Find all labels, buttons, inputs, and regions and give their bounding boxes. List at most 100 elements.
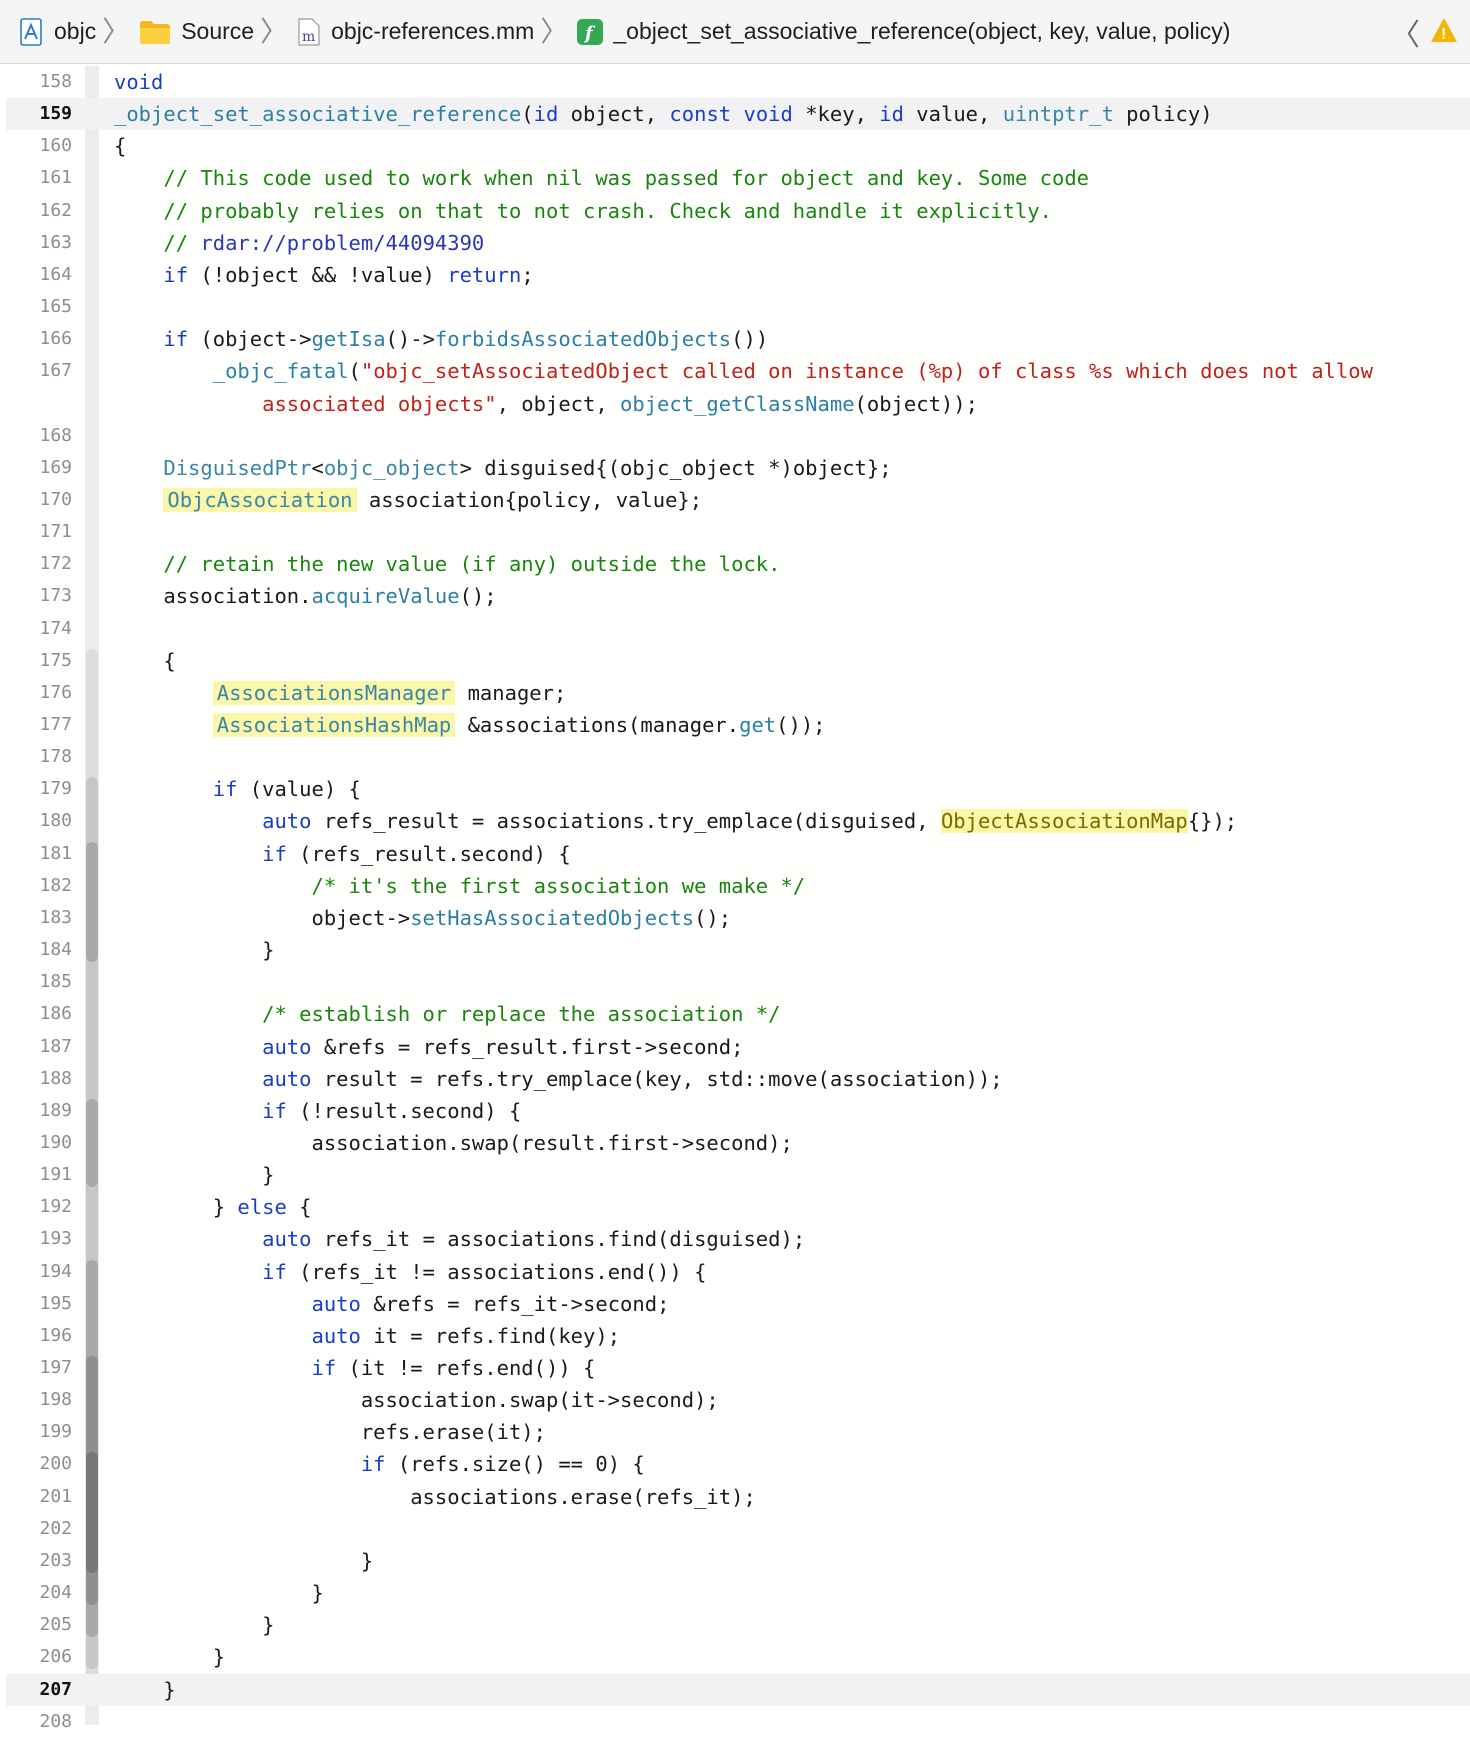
code-text[interactable]: // probably relies on that to not crash.… bbox=[114, 195, 1052, 227]
code-text[interactable]: } bbox=[114, 1641, 225, 1673]
code-line[interactable]: 188 auto result = refs.try_emplace(key, … bbox=[6, 1063, 1470, 1095]
code-text[interactable]: if (refs_it != associations.end()) { bbox=[114, 1256, 706, 1288]
line-number[interactable]: 176 bbox=[6, 677, 72, 709]
code-text[interactable]: ObjcAssociation association{policy, valu… bbox=[114, 484, 702, 516]
code-line[interactable]: 163 // rdar://problem/44094390 bbox=[6, 227, 1470, 259]
code-line[interactable]: 166 if (object->getIsa()->forbidsAssocia… bbox=[6, 323, 1470, 355]
code-line[interactable]: 179 if (value) { bbox=[6, 773, 1470, 805]
line-number[interactable]: 183 bbox=[6, 902, 72, 934]
code-text[interactable]: } bbox=[114, 934, 274, 966]
breadcrumb-item-project[interactable]: objc bbox=[20, 0, 96, 64]
line-number[interactable]: 165 bbox=[6, 291, 72, 323]
code-text[interactable]: associations.erase(refs_it); bbox=[114, 1481, 756, 1513]
code-text[interactable]: refs.erase(it); bbox=[114, 1416, 546, 1448]
code-line[interactable]: 202 bbox=[6, 1513, 1470, 1545]
code-line[interactable]: 168 bbox=[6, 420, 1470, 452]
code-line[interactable]: 183 object->setHasAssociatedObjects(); bbox=[6, 902, 1470, 934]
code-line[interactable]: 206 } bbox=[6, 1641, 1470, 1673]
line-number[interactable]: 191 bbox=[6, 1159, 72, 1191]
line-number[interactable]: 177 bbox=[6, 709, 72, 741]
code-text[interactable]: } bbox=[114, 1577, 323, 1609]
code-text[interactable]: auto refs_result = associations.try_empl… bbox=[114, 805, 1237, 837]
code-line[interactable]: 197 if (it != refs.end()) { bbox=[6, 1352, 1470, 1384]
code-line[interactable]: associated objects", object, object_getC… bbox=[6, 388, 1470, 420]
code-text[interactable]: _object_set_associative_reference(id obj… bbox=[114, 98, 1213, 130]
code-text[interactable]: AssociationsManager manager; bbox=[114, 677, 566, 709]
code-line[interactable]: 169 DisguisedPtr<objc_object> disguised{… bbox=[6, 452, 1470, 484]
line-number[interactable]: 160 bbox=[6, 130, 72, 162]
code-text[interactable]: _objc_fatal("objc_setAssociatedObject ca… bbox=[114, 355, 1373, 387]
line-number[interactable]: 187 bbox=[6, 1031, 72, 1063]
code-line[interactable]: 184 } bbox=[6, 934, 1470, 966]
code-line[interactable]: 174 bbox=[6, 613, 1470, 645]
line-number[interactable]: 204 bbox=[6, 1577, 72, 1609]
code-text[interactable]: } bbox=[114, 1609, 274, 1641]
line-number[interactable]: 166 bbox=[6, 323, 72, 355]
code-line[interactable]: 176 AssociationsManager manager; bbox=[6, 677, 1470, 709]
code-line[interactable]: 195 auto &refs = refs_it->second; bbox=[6, 1288, 1470, 1320]
line-number[interactable]: 208 bbox=[6, 1706, 72, 1738]
code-line[interactable]: 187 auto &refs = refs_result.first->seco… bbox=[6, 1031, 1470, 1063]
line-number[interactable]: 202 bbox=[6, 1513, 72, 1545]
code-line[interactable]: 171 bbox=[6, 516, 1470, 548]
code-line[interactable]: 158 void bbox=[6, 66, 1470, 98]
code-text[interactable]: auto &refs = refs_it->second; bbox=[114, 1288, 669, 1320]
code-text[interactable]: object->setHasAssociatedObjects(); bbox=[114, 902, 731, 934]
code-line[interactable]: 167 _objc_fatal("objc_setAssociatedObjec… bbox=[6, 355, 1470, 387]
code-text[interactable]: if (it != refs.end()) { bbox=[114, 1352, 595, 1384]
line-number[interactable]: 194 bbox=[6, 1256, 72, 1288]
code-line[interactable]: 200 if (refs.size() == 0) { bbox=[6, 1448, 1470, 1480]
line-number[interactable]: 175 bbox=[6, 645, 72, 677]
line-number[interactable]: 198 bbox=[6, 1384, 72, 1416]
code-line[interactable]: 198 association.swap(it->second); bbox=[6, 1384, 1470, 1416]
code-text[interactable]: auto result = refs.try_emplace(key, std:… bbox=[114, 1063, 1003, 1095]
code-line[interactable]: 186 /* establish or replace the associat… bbox=[6, 998, 1470, 1030]
code-line[interactable]: 205 } bbox=[6, 1609, 1470, 1641]
line-number[interactable]: 196 bbox=[6, 1320, 72, 1352]
line-number[interactable]: 164 bbox=[6, 259, 72, 291]
line-number[interactable]: 168 bbox=[6, 420, 72, 452]
code-line[interactable]: 170 ObjcAssociation association{policy, … bbox=[6, 484, 1470, 516]
code-line[interactable]: 203 } bbox=[6, 1545, 1470, 1577]
code-text[interactable]: association.swap(result.first->second); bbox=[114, 1127, 792, 1159]
line-number[interactable]: 201 bbox=[6, 1481, 72, 1513]
line-number[interactable]: 178 bbox=[6, 741, 72, 773]
line-number[interactable]: 172 bbox=[6, 548, 72, 580]
line-number[interactable]: 174 bbox=[6, 613, 72, 645]
code-line[interactable]: 164 if (!object && !value) return; bbox=[6, 259, 1470, 291]
line-number[interactable]: 197 bbox=[6, 1352, 72, 1384]
breadcrumb-item-file[interactable]: m objc-references.mm bbox=[297, 0, 534, 64]
code-text[interactable]: association.acquireValue(); bbox=[114, 580, 496, 612]
code-line[interactable]: 180 auto refs_result = associations.try_… bbox=[6, 805, 1470, 837]
code-line[interactable]: 162 // probably relies on that to not cr… bbox=[6, 195, 1470, 227]
code-line[interactable]: 175 { bbox=[6, 645, 1470, 677]
code-line[interactable]: 160 { bbox=[6, 130, 1470, 162]
code-text[interactable]: if (refs.size() == 0) { bbox=[114, 1448, 645, 1480]
line-number[interactable]: 184 bbox=[6, 934, 72, 966]
line-number[interactable]: 158 bbox=[6, 66, 72, 98]
line-number[interactable]: 186 bbox=[6, 998, 72, 1030]
code-line[interactable]: 193 auto refs_it = associations.find(dis… bbox=[6, 1223, 1470, 1255]
line-number[interactable]: 167 bbox=[6, 355, 72, 387]
code-text[interactable]: DisguisedPtr<objc_object> disguised{(obj… bbox=[114, 452, 891, 484]
code-line[interactable]: 191 } bbox=[6, 1159, 1470, 1191]
line-number[interactable]: 182 bbox=[6, 870, 72, 902]
line-number[interactable]: 206 bbox=[6, 1641, 72, 1673]
line-number[interactable]: 181 bbox=[6, 838, 72, 870]
line-number[interactable]: 173 bbox=[6, 580, 72, 612]
code-text[interactable]: AssociationsHashMap &associations(manage… bbox=[114, 709, 826, 741]
line-number[interactable]: 161 bbox=[6, 162, 72, 194]
code-line[interactable]: 172 // retain the new value (if any) out… bbox=[6, 548, 1470, 580]
code-text[interactable]: } bbox=[114, 1545, 373, 1577]
code-text[interactable]: // retain the new value (if any) outside… bbox=[114, 548, 780, 580]
line-number[interactable]: 203 bbox=[6, 1545, 72, 1577]
code-line[interactable]: 208 bbox=[6, 1706, 1470, 1738]
back-chevron-icon[interactable]: 〈 bbox=[1390, 10, 1420, 54]
code-line[interactable]: 201 associations.erase(refs_it); bbox=[6, 1481, 1470, 1513]
code-text[interactable]: // rdar://problem/44094390 bbox=[114, 227, 484, 259]
code-text[interactable]: /* establish or replace the association … bbox=[114, 998, 780, 1030]
code-text[interactable]: } bbox=[114, 1674, 175, 1706]
code-line[interactable]: 192 } else { bbox=[6, 1191, 1470, 1223]
line-number[interactable]: 207 bbox=[6, 1674, 72, 1706]
code-text[interactable]: if (value) { bbox=[114, 773, 361, 805]
